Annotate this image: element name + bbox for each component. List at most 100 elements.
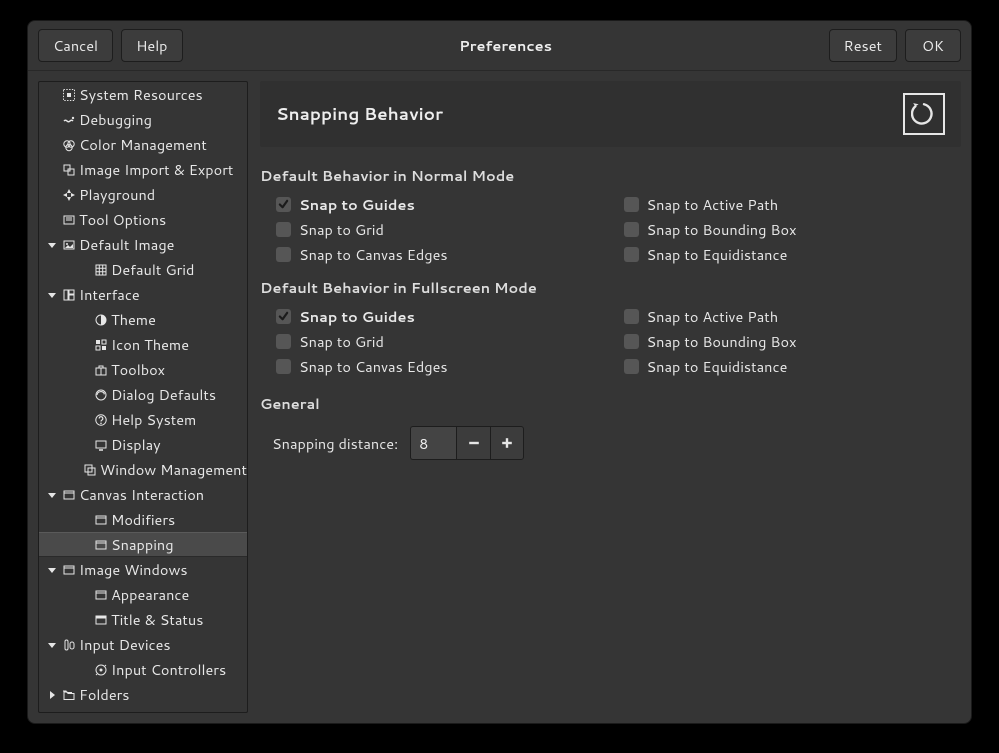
preferences-tree[interactable]: System ResourcesDebugging Color Managemen… bbox=[39, 82, 247, 712]
sidebar-item-label: Snapping bbox=[111, 534, 174, 555]
sidebar-item-label: Help System bbox=[111, 409, 196, 430]
icon-theme-icon bbox=[93, 337, 109, 353]
sidebar-item-system-resources[interactable]: System Resources bbox=[39, 82, 247, 107]
sidebar-item-label: Image Windows bbox=[79, 559, 188, 580]
modifiers-icon bbox=[93, 512, 109, 528]
input-devices-icon bbox=[61, 637, 77, 653]
title-status-icon bbox=[93, 612, 109, 628]
checkbox-row: Snap to Active Path bbox=[624, 304, 962, 329]
checkbox-label: Snap to Grid bbox=[299, 219, 384, 240]
checkbox-label: Snap to Equidistance bbox=[647, 244, 788, 265]
sidebar-item-image-import-export[interactable]: Image Import & Export bbox=[39, 157, 247, 182]
sidebar-item-default-image[interactable]: Default Image bbox=[39, 232, 247, 257]
dialog-body: System ResourcesDebugging Color Managemen… bbox=[28, 71, 971, 723]
checkbox[interactable] bbox=[276, 334, 291, 349]
checkbox[interactable] bbox=[624, 334, 639, 349]
appearance-icon bbox=[93, 587, 109, 603]
sidebar-item-help-system[interactable]: Help System bbox=[39, 407, 247, 432]
sidebar-item-debugging[interactable]: Debugging bbox=[39, 107, 247, 132]
checkbox-row: Snap to Guides bbox=[276, 304, 614, 329]
window-mgmt-icon bbox=[82, 462, 98, 478]
image-windows-icon bbox=[61, 562, 77, 578]
theme-icon bbox=[93, 312, 109, 328]
snapping-distance-label: Snapping distance: bbox=[272, 433, 398, 454]
chevron-right-icon[interactable] bbox=[45, 688, 59, 702]
checkbox[interactable] bbox=[276, 309, 291, 324]
sidebar-item-label: Window Management bbox=[100, 459, 247, 480]
sidebar-item-interface[interactable]: Interface bbox=[39, 282, 247, 307]
checkbox-grid: Snap to GuidesSnap to Active PathSnap to… bbox=[260, 192, 961, 267]
sidebar-item-theme[interactable]: Theme bbox=[39, 307, 247, 332]
sidebar-item-title-status[interactable]: Title & Status bbox=[39, 607, 247, 632]
checkbox-label: Snap to Equidistance bbox=[647, 356, 788, 377]
folders-icon bbox=[61, 687, 77, 703]
sidebar-item-label: Theme bbox=[111, 309, 156, 330]
sidebar-item-folders[interactable]: Folders bbox=[39, 682, 247, 707]
sidebar-item-icon-theme[interactable]: Icon Theme bbox=[39, 332, 247, 357]
dialog-title: Preferences bbox=[187, 35, 825, 56]
sidebar-item-label: Appearance bbox=[111, 584, 189, 605]
chevron-down-icon[interactable] bbox=[45, 638, 59, 652]
sidebar-item-default-grid[interactable]: Default Grid bbox=[39, 257, 247, 282]
checkbox-label: Snap to Grid bbox=[299, 331, 384, 352]
sidebar-item-toolbox[interactable]: Toolbox bbox=[39, 357, 247, 382]
sidebar-item-label: Modifiers bbox=[111, 509, 175, 530]
sidebar-item-input-devices[interactable]: Input Devices bbox=[39, 632, 247, 657]
chevron-down-icon[interactable] bbox=[45, 488, 59, 502]
checkbox-label: Snap to Bounding Box bbox=[647, 219, 797, 240]
sidebar-item-label: Canvas Interaction bbox=[79, 484, 204, 505]
checkbox[interactable] bbox=[624, 247, 639, 262]
checkbox[interactable] bbox=[624, 309, 639, 324]
ok-button[interactable]: OK bbox=[905, 29, 961, 62]
sidebar-item-appearance[interactable]: Appearance bbox=[39, 582, 247, 607]
decrement-button[interactable] bbox=[456, 426, 490, 460]
snapping-distance-input[interactable] bbox=[410, 426, 456, 460]
checkbox[interactable] bbox=[624, 359, 639, 374]
sidebar-item-label: Display bbox=[111, 434, 161, 455]
checkbox[interactable] bbox=[276, 247, 291, 262]
sidebar-item-image-windows[interactable]: Image Windows bbox=[39, 557, 247, 582]
checkbox[interactable] bbox=[276, 197, 291, 212]
display-icon bbox=[93, 437, 109, 453]
input-controllers-icon bbox=[93, 662, 109, 678]
cancel-button[interactable]: Cancel bbox=[38, 29, 113, 62]
sidebar-item-label: Color Management bbox=[79, 134, 207, 155]
checkbox-grid: Snap to Guides Snap to Active Path Snap to… bbox=[260, 304, 961, 379]
playground-icon bbox=[61, 187, 77, 203]
sidebar-item-snapping[interactable]: Snapping bbox=[39, 532, 247, 557]
checkbox[interactable] bbox=[624, 222, 639, 237]
help-system-icon bbox=[93, 412, 109, 428]
sidebar-item-window-management[interactable]: Window Management bbox=[39, 457, 247, 482]
checkbox-label: Snap to Active Path bbox=[647, 194, 779, 215]
sidebar-item-label: Input Devices bbox=[79, 634, 171, 655]
sidebar-item-dialog-defaults[interactable]: Dialog Defaults bbox=[39, 382, 247, 407]
checkbox-label: Snap to Active Path bbox=[647, 306, 779, 327]
sidebar-item-canvas-interaction[interactable]: Canvas Interaction bbox=[39, 482, 247, 507]
sidebar-item-label: Title & Status bbox=[111, 609, 203, 630]
checkbox[interactable] bbox=[276, 359, 291, 374]
chevron-down-icon[interactable] bbox=[45, 238, 59, 252]
chevron-down-icon[interactable] bbox=[45, 288, 59, 302]
sidebar-item-modifiers[interactable]: Modifiers bbox=[39, 507, 247, 532]
checkbox-row: Snap to Equidistance bbox=[624, 242, 962, 267]
grid-icon bbox=[93, 262, 109, 278]
sidebar-item-input-controllers[interactable]: Input Controllers bbox=[39, 657, 247, 682]
sidebar-item-playground[interactable]: Playground bbox=[39, 182, 247, 207]
sidebar-item-color-management[interactable]: Color Management bbox=[39, 132, 247, 157]
help-button[interactable]: Help bbox=[121, 29, 182, 62]
reset-panel-icon[interactable] bbox=[903, 93, 945, 135]
sidebar-item-label: Debugging bbox=[79, 109, 152, 130]
checkbox[interactable] bbox=[276, 222, 291, 237]
increment-button[interactable] bbox=[490, 426, 524, 460]
chevron-down-icon[interactable] bbox=[45, 563, 59, 577]
reset-button[interactable]: Reset bbox=[829, 29, 897, 62]
preferences-content: Snapping Behavior Default Behavior in No… bbox=[260, 81, 961, 713]
checkbox[interactable] bbox=[624, 197, 639, 212]
sidebar-item-display[interactable]: Display bbox=[39, 432, 247, 457]
checkbox-row: Snap to Equidistance bbox=[624, 354, 962, 379]
sidebar-item-tool-options[interactable]: Tool Options bbox=[39, 207, 247, 232]
tool-options-icon bbox=[61, 212, 77, 228]
sidebar-item-label: Folders bbox=[79, 684, 129, 705]
resources-icon bbox=[61, 87, 77, 103]
checkbox-label: Snap to Bounding Box bbox=[647, 331, 797, 352]
